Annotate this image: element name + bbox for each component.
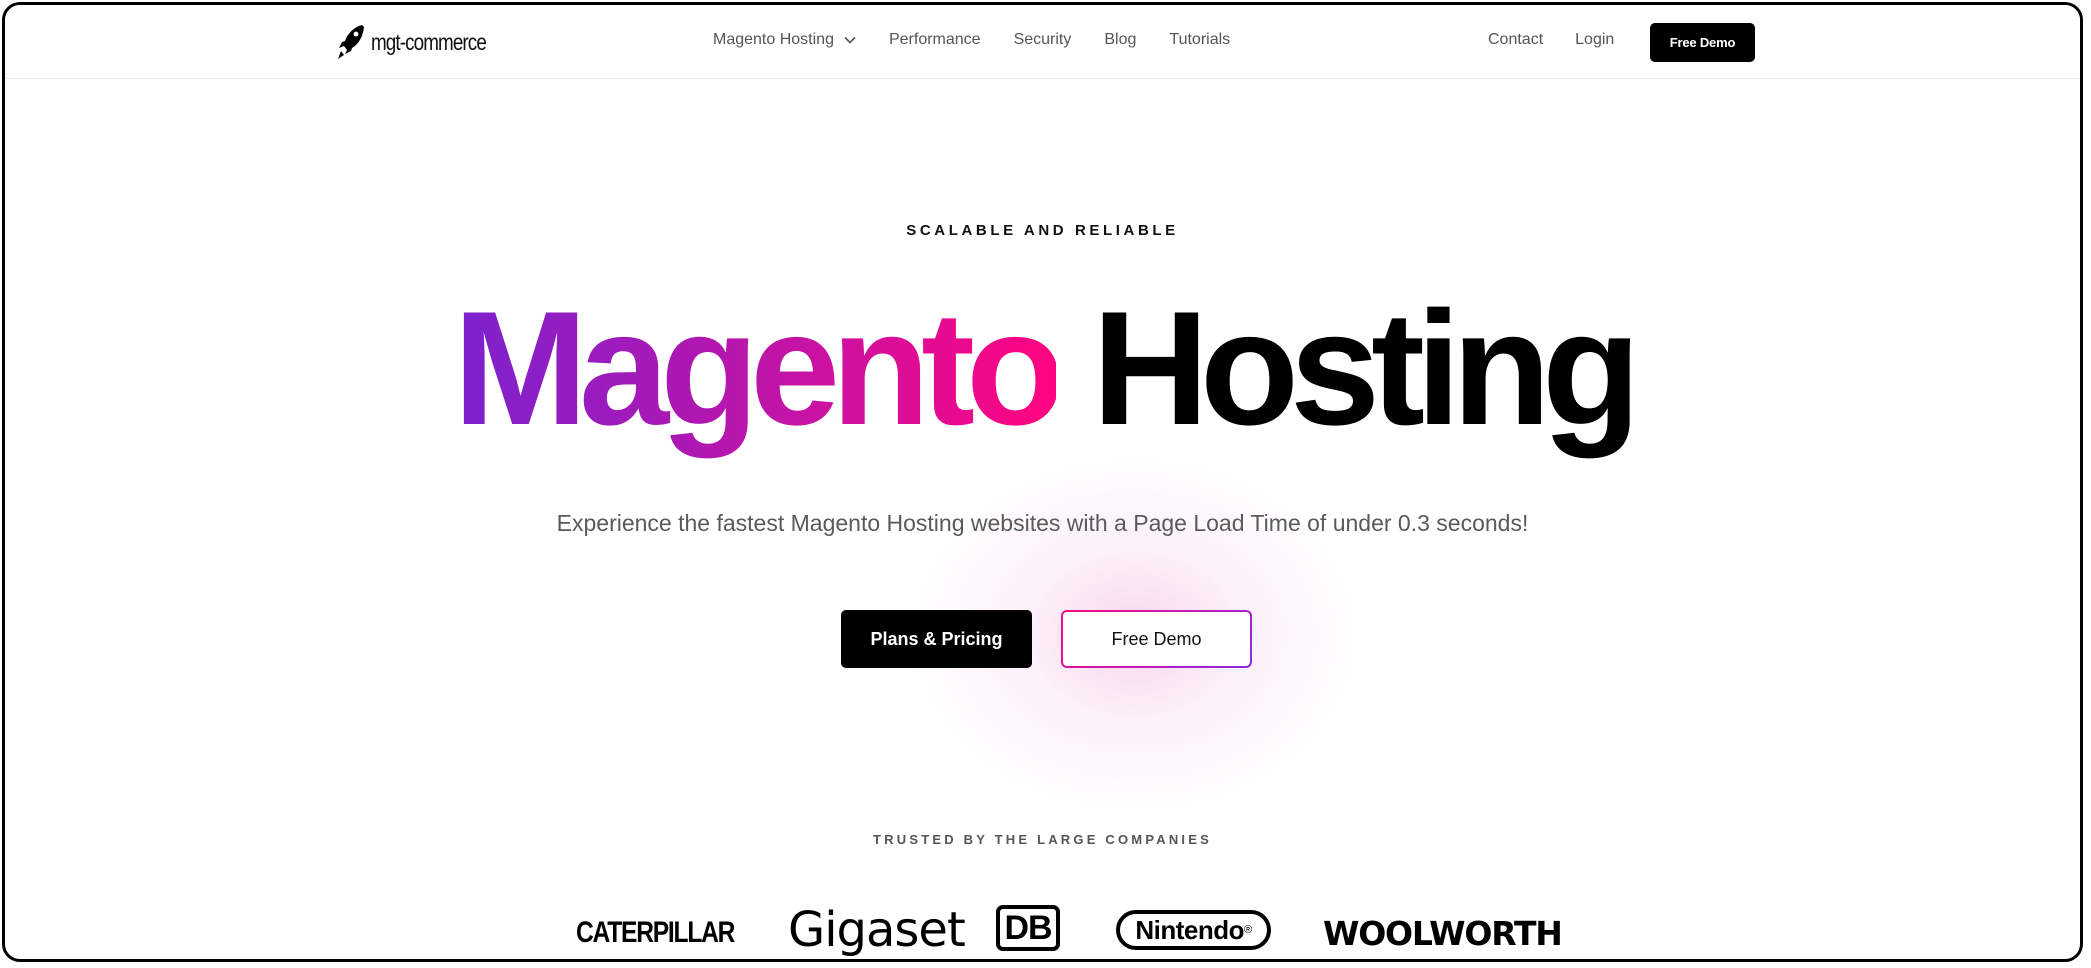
logo-text: mgt-commerce <box>371 28 487 55</box>
woolworth-logo: WOOLWORTH <box>1323 914 1563 953</box>
nav-item-magento-hosting[interactable]: Magento Hosting <box>713 31 856 49</box>
db-logo: DB <box>996 905 1060 951</box>
registered-mark-icon: ® <box>1244 924 1252 936</box>
nav-free-demo-button[interactable]: Free Demo <box>1650 23 1755 62</box>
nav-item-security[interactable]: Security <box>1014 31 1072 49</box>
browser-frame: mgt-commerce Magento Hosting Performance… <box>2 2 2083 962</box>
hero-eyebrow: SCALABLE AND RELIABLE <box>906 222 1179 239</box>
nav-item-blog[interactable]: Blog <box>1104 31 1136 49</box>
free-demo-button[interactable]: Free Demo <box>1061 610 1252 668</box>
gigaset-logo: Gigaset <box>788 902 966 958</box>
rocket-icon <box>338 25 364 59</box>
nav-item-tutorials[interactable]: Tutorials <box>1169 31 1230 49</box>
nav-item-login[interactable]: Login <box>1575 31 1614 49</box>
caterpillar-logo: CATERPILLAR <box>576 916 735 949</box>
headline-gradient-word: Magento <box>453 278 1065 459</box>
chevron-down-icon <box>844 36 856 44</box>
top-navigation: mgt-commerce Magento Hosting Performance… <box>5 5 2080 79</box>
client-logos: CATERPILLAR Gigaset DB Nintendo ® WOOLWOR… <box>5 900 2080 959</box>
hero-headline: Magento Hosting <box>5 288 2080 450</box>
nintendo-logo: Nintendo ® <box>1116 910 1271 950</box>
nav-item-label: Magento Hosting <box>713 31 834 48</box>
nav-item-contact[interactable]: Contact <box>1488 31 1543 49</box>
plans-pricing-button[interactable]: Plans & Pricing <box>841 610 1032 668</box>
site-logo[interactable]: mgt-commerce <box>336 23 511 61</box>
nintendo-logo-text: Nintendo <box>1135 914 1245 945</box>
hero-subtitle: Experience the fastest Magento Hosting w… <box>556 510 1529 536</box>
headline-plain-word: Hosting <box>1092 278 1641 459</box>
nav-item-performance[interactable]: Performance <box>889 31 981 49</box>
trusted-heading: TRUSTED BY THE LARGE COMPANIES <box>873 832 1212 847</box>
primary-nav: Magento Hosting Performance Security Blo… <box>713 31 1263 49</box>
secondary-nav: Contact Login <box>1488 31 1646 49</box>
